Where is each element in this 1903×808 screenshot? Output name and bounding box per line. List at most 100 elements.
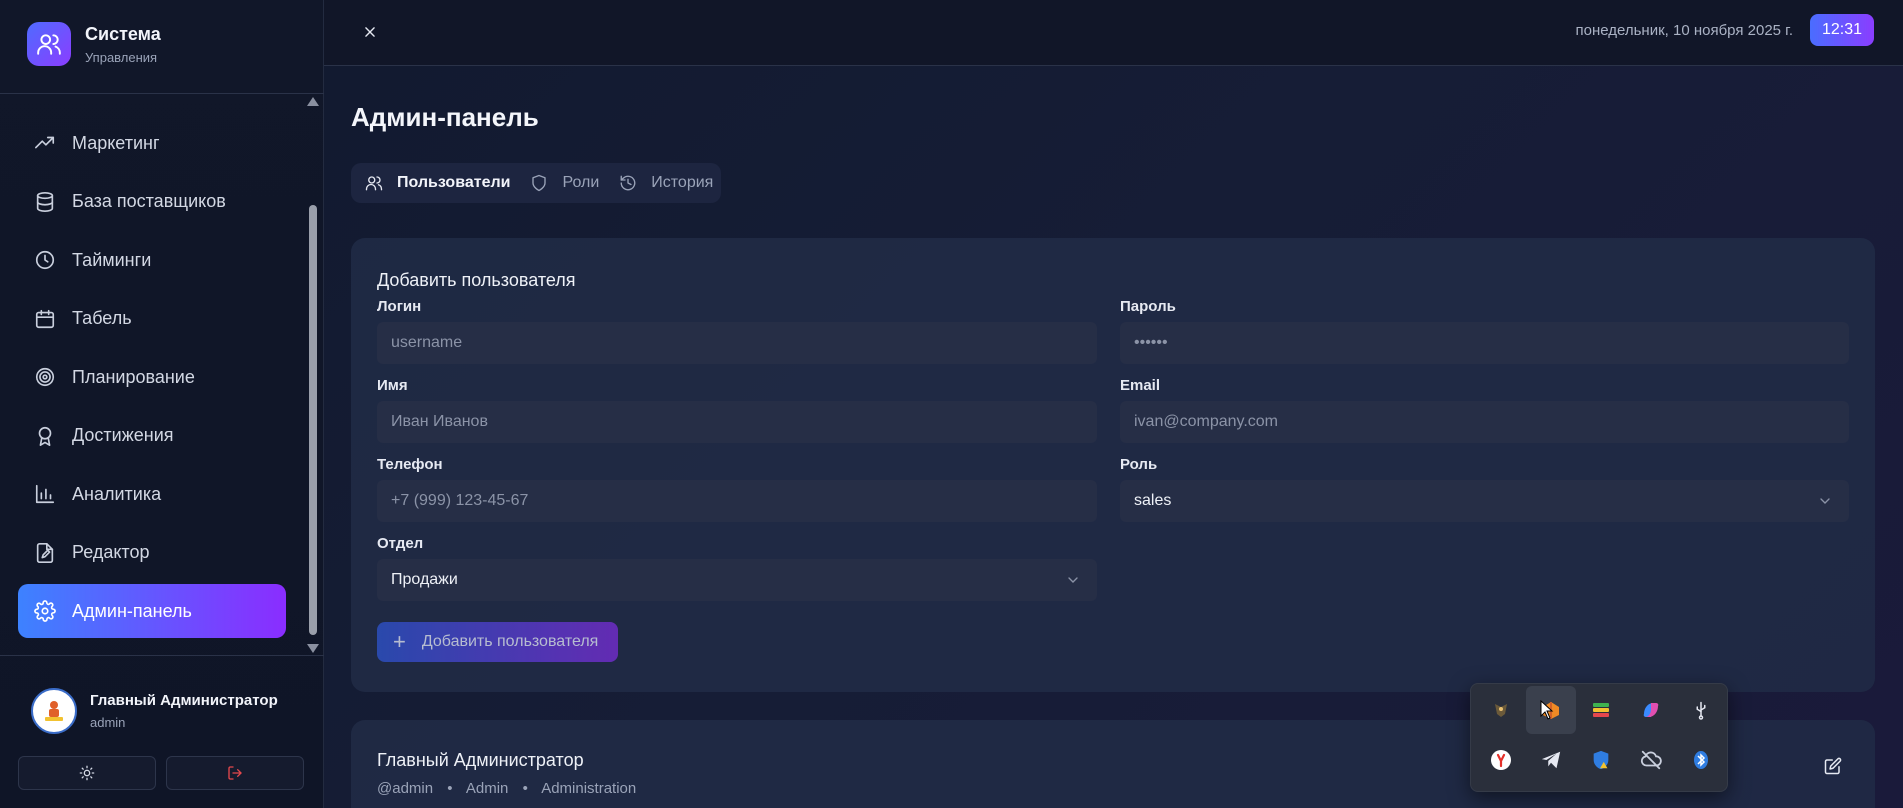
sidebar-item-planning[interactable]: Планирование	[18, 350, 286, 404]
avatar-logo-icon	[45, 701, 63, 721]
brand-title: Система	[85, 23, 161, 44]
bluestacks-icon[interactable]	[1576, 686, 1626, 734]
login-label: Логин	[377, 298, 422, 315]
target-icon	[35, 367, 55, 387]
logout-icon	[228, 766, 242, 780]
sidebar-item-label: Редактор	[72, 542, 150, 562]
clock-icon	[35, 250, 55, 270]
sidebar-scrollbar[interactable]	[306, 95, 320, 655]
password-label: Пароль	[1120, 298, 1176, 315]
role-label: Роль	[1120, 456, 1158, 473]
sidebar-divider	[0, 655, 324, 656]
theme-toggle-button[interactable]	[18, 756, 156, 790]
tray-app-icon[interactable]	[1476, 686, 1526, 734]
usb-icon[interactable]	[1676, 686, 1726, 734]
sidebar-item-label: Табель	[72, 308, 132, 328]
brand-subtitle: Управления	[85, 49, 158, 65]
yandex-icon[interactable]	[1476, 736, 1526, 784]
sidebar-item-label: Планирование	[72, 366, 195, 387]
cloud-off-icon[interactable]	[1626, 736, 1676, 784]
meta-separator: •	[447, 780, 453, 797]
sidebar-item-marketing[interactable]: Маркетинг	[18, 116, 286, 170]
sidebar-item-label: База поставщиков	[72, 191, 226, 211]
user-card-handle: @admin	[377, 780, 434, 797]
email-label: Email	[1120, 377, 1161, 394]
add-user-button[interactable]: + Добавить пользователя	[377, 622, 618, 662]
trending-up-icon	[35, 136, 55, 149]
name-input[interactable]	[377, 401, 1097, 443]
user-role: admin	[90, 715, 126, 730]
sidebar-item-editor[interactable]: Редактор	[18, 526, 286, 580]
user-card-name: Главный Администратор	[377, 750, 584, 770]
chevron-down-icon	[1820, 498, 1830, 504]
database-icon	[36, 191, 54, 212]
scroll-thumb[interactable]	[309, 205, 317, 635]
sidebar-item-label: Тайминги	[72, 249, 152, 270]
scroll-down-arrow-icon[interactable]	[307, 644, 319, 653]
department-label: Отдел	[377, 535, 424, 552]
mouse-cursor-icon	[1540, 700, 1554, 720]
department-select[interactable]: Продажи	[377, 559, 1097, 601]
page-title: Админ-панель	[351, 102, 539, 132]
bluetooth-icon[interactable]	[1676, 736, 1726, 784]
login-input[interactable]	[377, 322, 1097, 364]
sidebar-item-suppliers[interactable]: База поставщиков	[18, 175, 286, 229]
role-select-value: sales	[1134, 492, 1172, 509]
scroll-up-arrow-icon[interactable]	[307, 97, 319, 106]
phone-input[interactable]	[377, 480, 1097, 522]
users-logo-icon	[27, 22, 71, 66]
sidebar-item-timings[interactable]: Тайминги	[18, 233, 286, 287]
sidebar-item-timesheet[interactable]: Табель	[18, 292, 286, 346]
sidebar-item-label: Аналитика	[72, 483, 162, 504]
users-icon	[365, 176, 383, 191]
tab-label: История	[651, 174, 714, 191]
brand: Система Управления	[27, 22, 161, 66]
edit-icon	[1824, 757, 1842, 775]
phone-label: Телефон	[377, 456, 443, 473]
user-card-department: Administration	[541, 780, 637, 797]
logout-button[interactable]	[166, 756, 304, 790]
sidebar-nav: Маркетинг База поставщиков Тайминги Табе…	[18, 116, 286, 643]
close-icon	[365, 27, 375, 37]
add-user-button-label: Добавить пользователя	[421, 633, 599, 650]
tab-roles[interactable]: Роли	[530, 174, 599, 192]
current-date: понедельник, 10 ноября 2025 г.	[1575, 22, 1794, 39]
copilot-icon[interactable]	[1626, 686, 1676, 734]
role-select[interactable]: sales	[1120, 480, 1849, 522]
avatar	[31, 688, 77, 734]
sidebar-item-label: Достижения	[72, 425, 174, 445]
award-icon	[38, 426, 52, 446]
sidebar-item-achievements[interactable]: Достижения	[18, 409, 286, 463]
defender-icon[interactable]	[1576, 736, 1626, 784]
sidebar-item-admin-panel[interactable]: Админ-панель	[18, 584, 286, 638]
system-tray-popup	[1470, 683, 1728, 792]
tab-history[interactable]: История	[619, 174, 713, 192]
sidebar-item-analytics[interactable]: Аналитика	[18, 467, 286, 521]
tab-users[interactable]: Пользователи	[365, 174, 510, 192]
form-title: Добавить пользователя	[377, 270, 576, 290]
plus-icon: +	[393, 629, 406, 654]
edit-user-button[interactable]	[1821, 754, 1845, 778]
user-card-meta: @admin • Admin • Administration	[377, 780, 636, 797]
user-name: Главный Администратор	[90, 692, 278, 709]
gear-icon	[34, 600, 56, 622]
bar-chart-icon	[35, 484, 55, 504]
name-label: Имя	[377, 377, 408, 394]
sidebar-item-label: Админ-панель	[72, 600, 192, 621]
close-button[interactable]	[358, 20, 382, 44]
sidebar: Система Управления Маркетинг База постав…	[0, 0, 324, 808]
calendar-icon	[35, 309, 55, 328]
email-input[interactable]	[1120, 401, 1849, 443]
current-user: Главный Администратор admin	[31, 688, 278, 734]
shield-icon	[532, 174, 547, 192]
file-edit-icon	[36, 542, 54, 563]
tab-label: Роли	[562, 174, 600, 191]
meta-separator: •	[522, 780, 528, 797]
sidebar-divider	[0, 93, 324, 94]
sidebar-item-label: Маркетинг	[72, 132, 160, 153]
tab-label: Пользователи	[397, 174, 511, 191]
telegram-icon[interactable]	[1526, 736, 1576, 784]
user-card-role: Admin	[465, 780, 509, 797]
password-input[interactable]	[1120, 322, 1849, 364]
chevron-down-icon	[1068, 577, 1078, 583]
